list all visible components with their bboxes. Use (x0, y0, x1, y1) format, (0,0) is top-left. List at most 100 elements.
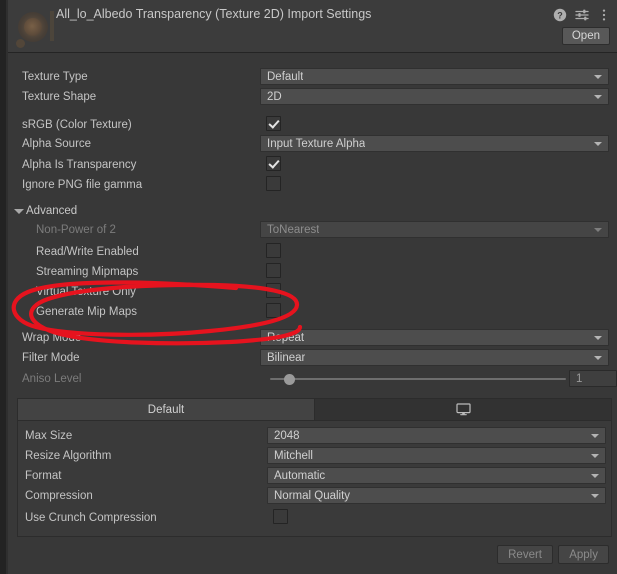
inspector-panel: All_lo_Albedo Transparency (Texture 2D) … (0, 0, 617, 574)
dropdown-value: ToNearest (267, 223, 320, 236)
chevron-down-icon (591, 434, 599, 438)
chevron-down-icon (591, 454, 599, 458)
label-filter-mode: Filter Mode (22, 352, 80, 364)
thumbnail-disc (18, 12, 48, 42)
dropdown-texture-type[interactable]: Default (260, 68, 609, 85)
label-streaming-mipmaps: Streaming Mipmaps (36, 266, 139, 278)
row-generate-mip-maps: Generate Mip Maps (8, 303, 617, 323)
thumbnail-blob (16, 39, 25, 48)
more-menu-icon[interactable] (597, 8, 611, 22)
chevron-down-icon (594, 142, 602, 146)
chevron-down-icon (594, 336, 602, 340)
checkbox-generate-mip-maps[interactable] (266, 303, 281, 318)
inspector-header: All_lo_Albedo Transparency (Texture 2D) … (8, 0, 617, 53)
dropdown-value: Bilinear (267, 351, 306, 364)
checkbox-srgb[interactable] (266, 116, 281, 131)
dropdown-compression[interactable]: Normal Quality (267, 487, 606, 504)
checkbox-alpha-is-transparency[interactable] (266, 156, 281, 171)
label-resize-algorithm: Resize Algorithm (25, 450, 112, 462)
chevron-down-icon (594, 75, 602, 79)
dropdown-max-size[interactable]: 2048 (267, 427, 606, 444)
platform-settings-box: Default Max Size 2048 Resize Algorithm M… (17, 398, 612, 537)
label-srgb: sRGB (Color Texture) (22, 119, 132, 131)
label-ignore-png-gamma: Ignore PNG file gamma (22, 179, 143, 191)
row-texture-type: Texture Type Default (8, 68, 617, 88)
platform-tab-bar: Default (18, 399, 611, 421)
foldout-advanced-label: Advanced (26, 205, 78, 217)
dropdown-value: Normal Quality (274, 489, 351, 502)
tab-default[interactable]: Default (18, 399, 315, 420)
dropdown-value: 2D (267, 90, 282, 103)
row-ignore-png-gamma: Ignore PNG file gamma (8, 176, 617, 196)
row-alpha-source: Alpha Source Input Texture Alpha (8, 135, 617, 155)
label-use-crunch-compression: Use Crunch Compression (25, 512, 157, 524)
svg-text:?: ? (557, 10, 563, 20)
row-format: Format Automatic (18, 467, 611, 487)
tab-standalone[interactable] (315, 399, 611, 420)
row-streaming-mipmaps: Streaming Mipmaps (8, 263, 617, 283)
checkbox-use-crunch-compression[interactable] (273, 509, 288, 524)
label-alpha-is-transparency: Alpha Is Transparency (22, 159, 137, 171)
dropdown-resize-algorithm[interactable]: Mitchell (267, 447, 606, 464)
dropdown-value: 2048 (274, 429, 300, 442)
label-read-write-enabled: Read/Write Enabled (36, 246, 139, 258)
checkbox-ignore-png-gamma[interactable] (266, 176, 281, 191)
row-max-size: Max Size 2048 (18, 427, 611, 447)
aniso-value-field[interactable]: 1 (569, 370, 617, 387)
texture-thumbnail (12, 3, 56, 49)
dropdown-value: Default (267, 70, 304, 83)
preset-settings-icon[interactable] (575, 8, 589, 22)
row-compression: Compression Normal Quality (18, 487, 611, 507)
row-aniso-level: Aniso Level 1 (8, 370, 617, 390)
row-resize-algorithm: Resize Algorithm Mitchell (18, 447, 611, 467)
row-read-write-enabled: Read/Write Enabled (8, 243, 617, 263)
thumbnail-bar (50, 11, 54, 41)
apply-button[interactable]: Apply (558, 545, 609, 564)
label-virtual-texture-only: Virtual Texture Only (36, 286, 136, 298)
dropdown-format[interactable]: Automatic (267, 467, 606, 484)
dropdown-alpha-source[interactable]: Input Texture Alpha (260, 135, 609, 152)
tab-default-label: Default (147, 403, 185, 416)
dropdown-value: Automatic (274, 469, 326, 482)
row-filter-mode: Filter Mode Bilinear (8, 349, 617, 369)
chevron-down-icon (594, 356, 602, 360)
header-icon-group: ? (553, 8, 611, 22)
revert-button[interactable]: Revert (497, 545, 553, 564)
label-max-size: Max Size (25, 430, 73, 442)
row-virtual-texture-only: Virtual Texture Only (8, 283, 617, 303)
label-generate-mip-maps: Generate Mip Maps (36, 306, 137, 318)
row-wrap-mode: Wrap Mode Repeat (8, 329, 617, 349)
aniso-slider-handle[interactable] (284, 374, 295, 385)
row-non-power-of-2: Non-Power of 2 ToNearest (8, 221, 617, 241)
label-compression: Compression (25, 490, 93, 502)
row-srgb: sRGB (Color Texture) (8, 116, 617, 136)
label-alpha-source: Alpha Source (22, 138, 92, 150)
open-button[interactable]: Open (561, 27, 610, 45)
dropdown-non-power-of-2: ToNearest (260, 221, 609, 238)
chevron-down-icon (591, 494, 599, 498)
help-icon[interactable]: ? (553, 8, 567, 22)
row-alpha-is-transparency: Alpha Is Transparency (8, 156, 617, 176)
label-non-power-of-2: Non-Power of 2 (36, 224, 116, 236)
page-title: All_lo_Albedo Transparency (Texture 2D) … (56, 7, 372, 21)
label-aniso-level: Aniso Level (22, 373, 82, 385)
dropdown-value: Input Texture Alpha (267, 137, 366, 150)
aniso-slider-track[interactable] (270, 378, 566, 380)
row-texture-shape: Texture Shape 2D (8, 88, 617, 108)
chevron-down-icon (591, 474, 599, 478)
chevron-down-icon (14, 209, 24, 214)
checkbox-read-write-enabled[interactable] (266, 243, 281, 258)
checkbox-virtual-texture-only[interactable] (266, 283, 281, 298)
standalone-monitor-icon (455, 403, 471, 416)
dropdown-filter-mode[interactable]: Bilinear (260, 349, 609, 366)
label-wrap-mode: Wrap Mode (22, 332, 82, 344)
checkbox-streaming-mipmaps[interactable] (266, 263, 281, 278)
dropdown-texture-shape[interactable]: 2D (260, 88, 609, 105)
chevron-down-icon (594, 228, 602, 232)
label-format: Format (25, 470, 62, 482)
label-texture-shape: Texture Shape (22, 91, 97, 103)
dropdown-value: Mitchell (274, 449, 313, 462)
chevron-down-icon (594, 95, 602, 99)
dropdown-wrap-mode[interactable]: Repeat (260, 329, 609, 346)
row-use-crunch-compression: Use Crunch Compression (18, 509, 611, 529)
